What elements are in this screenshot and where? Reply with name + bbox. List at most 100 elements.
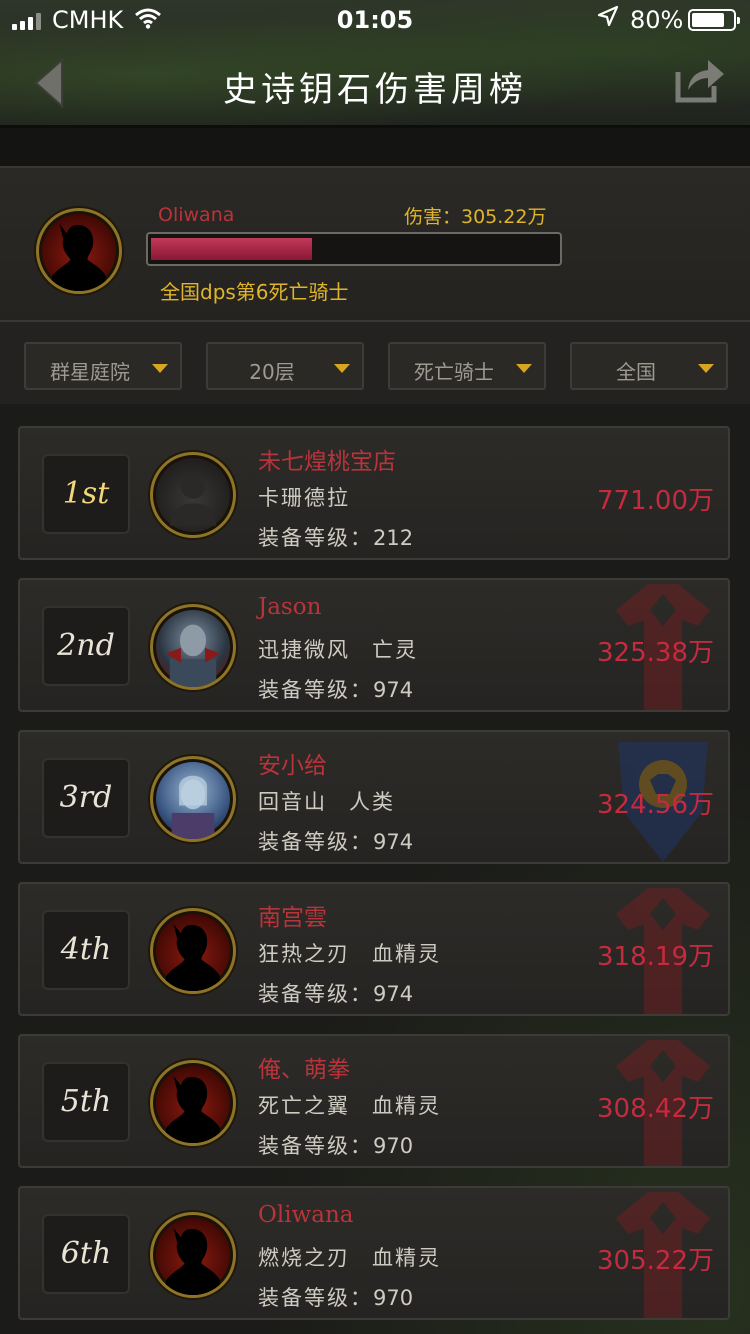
gear-value: 970 xyxy=(373,1134,414,1158)
ranking-row[interactable]: 4th 南宫雲 狂热之刃 血精灵 装备等级：974 318.19万 xyxy=(18,882,730,1016)
filter-region[interactable]: 全国 xyxy=(570,342,728,390)
damage-progress-bar xyxy=(146,232,562,266)
gear-label: 装备等级： xyxy=(258,678,373,702)
player-realm: 回音山 人类 xyxy=(258,786,395,816)
rank-text: 6th xyxy=(60,1236,112,1271)
my-avatar xyxy=(36,208,122,294)
dropdown-caret-icon xyxy=(698,364,714,373)
race-text: 人类 xyxy=(349,790,395,814)
ranking-row[interactable]: 3rd 安小给 回音山 人类 装备等级：974 324.56万 xyxy=(18,730,730,864)
rank-text: 4th xyxy=(60,932,112,967)
race-text: 亡灵 xyxy=(372,638,418,662)
gear-level: 装备等级：974 xyxy=(258,978,413,1008)
battery-percent: 80% xyxy=(630,6,684,34)
gear-label: 装备等级： xyxy=(258,1134,373,1158)
race-text: 血精灵 xyxy=(372,1094,441,1118)
filter-bar: 群星庭院 20层 死亡骑士 全国 xyxy=(0,322,750,404)
realm-text: 狂热之刃 xyxy=(258,942,350,966)
damage-value: 771.00万 xyxy=(597,486,714,516)
share-icon[interactable] xyxy=(674,56,726,104)
filter-level[interactable]: 20层 xyxy=(206,342,364,390)
avatar xyxy=(150,908,236,994)
damage-progress-fill xyxy=(151,238,312,260)
damage-value: 325.38万 xyxy=(597,638,714,668)
gear-value: 212 xyxy=(373,526,414,550)
realm-text: 死亡之翼 xyxy=(258,1094,350,1118)
gear-value: 974 xyxy=(373,678,414,702)
my-damage: 伤害：305.22万 xyxy=(404,206,547,228)
filter-label: 群星庭院 xyxy=(50,360,130,384)
race-text: 血精灵 xyxy=(372,1246,441,1270)
avatar xyxy=(150,1212,236,1298)
ranking-row[interactable]: 1st 未七煌桃宝店 卡珊德拉 装备等级：212 771.00万 xyxy=(18,426,730,560)
filter-class[interactable]: 死亡骑士 xyxy=(388,342,546,390)
player-name: 安小给 xyxy=(258,753,327,779)
gear-label: 装备等级： xyxy=(258,526,373,550)
page-title: 史诗钥石伤害周榜 xyxy=(223,70,527,110)
rank-text: 2nd xyxy=(57,628,115,663)
gear-level: 装备等级：970 xyxy=(258,1130,413,1160)
player-name: Oliwana xyxy=(258,1202,354,1228)
realm-text: 燃烧之刃 xyxy=(258,1246,350,1270)
ranking-row[interactable]: 5th 俺、萌拳 死亡之翼 血精灵 装备等级：970 308.42万 xyxy=(18,1034,730,1168)
ranking-row[interactable]: 6th Oliwana 燃烧之刃 血精灵 装备等级：970 305.22万 xyxy=(18,1186,730,1320)
avatar xyxy=(150,604,236,690)
my-name: Oliwana xyxy=(158,204,235,226)
avatar xyxy=(150,452,236,538)
realm-text: 回音山 xyxy=(258,790,327,814)
rank-badge: 3rd xyxy=(42,758,130,838)
gear-value: 970 xyxy=(373,1286,414,1310)
damage-value: 324.56万 xyxy=(597,790,714,820)
my-summary-card: Oliwana 伤害：305.22万 全国dps第6死亡骑士 xyxy=(0,166,750,322)
filter-label: 全国 xyxy=(616,360,656,384)
player-name: 未七煌桃宝店 xyxy=(258,449,396,475)
realm-text: 迅捷微风 xyxy=(258,638,350,662)
realm-text: 卡珊德拉 xyxy=(258,486,350,510)
location-icon xyxy=(596,4,620,34)
gear-label: 装备等级： xyxy=(258,830,373,854)
gear-value: 974 xyxy=(373,830,414,854)
battery-fill xyxy=(692,13,724,27)
status-bar: CMHK 01:05 80% xyxy=(0,0,750,40)
avatar xyxy=(150,1060,236,1146)
gear-level: 装备等级：212 xyxy=(258,522,413,552)
gear-level: 装备等级：974 xyxy=(258,826,413,856)
filter-dungeon[interactable]: 群星庭院 xyxy=(24,342,182,390)
gear-label: 装备等级： xyxy=(258,1286,373,1310)
header-bar: CMHK 01:05 80% 史诗钥石伤害周榜 xyxy=(0,0,750,128)
rank-badge: 1st xyxy=(42,454,130,534)
gear-label: 装备等级： xyxy=(258,982,373,1006)
race-text: 血精灵 xyxy=(372,942,441,966)
filter-label: 20层 xyxy=(249,360,295,384)
rank-text: 1st xyxy=(62,476,110,511)
dropdown-caret-icon xyxy=(152,364,168,373)
player-name: Jason xyxy=(258,594,322,620)
damage-value: 308.42万 xyxy=(597,1094,714,1124)
ranking-row[interactable]: 2nd Jason 迅捷微风 亡灵 装备等级：974 325.38万 xyxy=(18,578,730,712)
rank-badge: 6th xyxy=(42,1214,130,1294)
avatar xyxy=(150,756,236,842)
damage-value: 318.19万 xyxy=(597,942,714,972)
gear-level: 装备等级：970 xyxy=(258,1282,413,1312)
filter-label: 死亡骑士 xyxy=(414,360,494,384)
gear-level: 装备等级：974 xyxy=(258,674,413,704)
divider-band xyxy=(0,128,750,166)
battery-icon xyxy=(688,9,740,31)
ranking-list: 1st 未七煌桃宝店 卡珊德拉 装备等级：212 771.00万 2nd Jas… xyxy=(0,404,750,1334)
player-realm: 狂热之刃 血精灵 xyxy=(258,938,441,968)
player-realm: 迅捷微风 亡灵 xyxy=(258,634,418,664)
rank-text: 3rd xyxy=(59,780,113,815)
rank-badge: 2nd xyxy=(42,606,130,686)
player-realm: 卡珊德拉 xyxy=(258,482,350,512)
rank-badge: 5th xyxy=(42,1062,130,1142)
rank-text: 5th xyxy=(60,1084,112,1119)
player-realm: 死亡之翼 血精灵 xyxy=(258,1090,441,1120)
dropdown-caret-icon xyxy=(334,364,350,373)
dropdown-caret-icon xyxy=(516,364,532,373)
damage-value: 305.22万 xyxy=(597,1246,714,1276)
player-realm: 燃烧之刃 血精灵 xyxy=(258,1242,441,1272)
rank-badge: 4th xyxy=(42,910,130,990)
player-name: 俺、萌拳 xyxy=(258,1057,350,1083)
player-name: 南宫雲 xyxy=(258,905,327,931)
my-rank-text: 全国dps第6死亡骑士 xyxy=(160,280,349,304)
